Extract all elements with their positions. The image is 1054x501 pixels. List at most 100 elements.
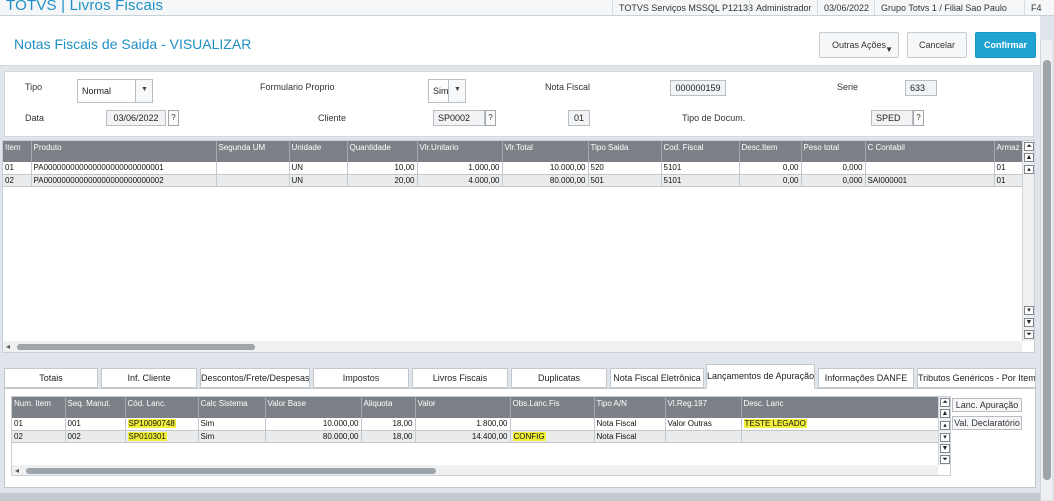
cancel-button[interactable]: Cancelar [907,32,967,58]
col-unidade[interactable]: Unidade [289,141,348,162]
apuracao-vertical-scrollbar[interactable]: ⏶ ▲ ▴ ▾ ▼ ⏷ [938,397,950,465]
col-produto[interactable]: Produto [31,141,217,162]
tab-impostos[interactable]: Impostos [313,368,409,388]
col-num-item[interactable]: Num. Item [12,397,66,418]
cell[interactable]: SAI000001 [865,174,995,187]
cell[interactable]: 01 [994,162,1024,175]
cell[interactable]: UN [289,162,348,175]
nota-fiscal-field[interactable]: 000000159 [670,80,726,96]
items-horizontal-scrollbar[interactable]: ◂ [3,341,1022,352]
cell[interactable]: 0,00 [739,162,802,175]
table-row[interactable]: 02 PA000000000000000000000000002 UN 20,0… [3,174,1024,187]
items-scroll-thumb[interactable] [17,344,255,350]
scroll-top-icon[interactable]: ⏶ [1024,142,1034,151]
val-declaratorio-button[interactable]: Val. Declaratório [952,416,1022,430]
cell[interactable]: 10.000,00 [502,162,589,175]
cell[interactable]: 14.400,00 [415,430,511,443]
cell[interactable]: PA000000000000000000000000002 [31,174,217,187]
cell[interactable]: 001 [65,418,126,431]
other-actions-button[interactable]: Outras Ações ▼ [819,32,899,58]
tab-informacoes-danfe[interactable]: Informações DANFE [818,368,914,388]
cell[interactable]: 1.800,00 [415,418,511,431]
cell[interactable]: 0,000 [801,162,866,175]
cliente-lookup-button[interactable]: ? [485,110,496,126]
scroll-page-up-icon[interactable]: ▲ [940,409,950,418]
tab-tributos-genericos[interactable]: Tributos Genéricos - Por Item [917,368,1036,388]
col-seq-manut[interactable]: Seq. Manut. [65,397,126,418]
cell[interactable]: Nota Fiscal [594,418,666,431]
shortcut-label[interactable]: F4 [1024,0,1054,16]
scroll-bottom-icon[interactable]: ⏷ [1024,330,1034,339]
scroll-left-icon[interactable]: ◂ [6,341,10,352]
apuracao-horizontal-scrollbar[interactable]: ◂ [12,465,938,475]
tab-descontos[interactable]: Descontos/Frete/Despesas [200,368,310,388]
tipo-select[interactable]: Normal ▼ [77,79,153,103]
col-tipo-an[interactable]: Tipo A/N [594,397,666,418]
cell[interactable]: 80.000,00 [265,430,362,443]
col-aliquota[interactable]: Aliquota [361,397,416,418]
tab-duplicatas[interactable]: Duplicatas [511,368,607,388]
cell[interactable]: 02 [12,430,66,443]
cell[interactable]: Valor Outras [665,418,742,431]
lanc-apuracao-button[interactable]: Lanc. Apuração [952,398,1022,412]
cell[interactable] [665,430,742,443]
cell[interactable]: 5101 [661,174,740,187]
apuracao-scroll-thumb[interactable] [26,468,436,474]
cell[interactable]: 10.000,00 [265,418,362,431]
col-peso-total[interactable]: Peso total [801,141,866,162]
formulario-select[interactable]: Sim ▼ [428,79,466,103]
col-quantidade[interactable]: Quantidade [347,141,418,162]
cell[interactable]: PA000000000000000000000000001 [31,162,217,175]
cell[interactable]: 520 [588,162,662,175]
cell[interactable]: 0,000 [801,174,866,187]
cell[interactable]: TESTE LEGADO [741,418,943,431]
col-desc-lanc[interactable]: Desc. Lanc [741,397,943,418]
col-vlr-total[interactable]: Vlr.Total [502,141,589,162]
cell[interactable] [216,174,290,187]
table-row[interactable]: 02 002 SP010301 Sim 80.000,00 18,00 14.4… [12,430,943,443]
cell[interactable]: SP010301 [125,430,199,443]
tab-inf-cliente[interactable]: Inf. Cliente [101,368,197,388]
scroll-down-icon[interactable]: ▾ [1024,306,1034,315]
tab-totais[interactable]: Totais [4,368,98,388]
cell[interactable]: 5101 [661,162,740,175]
scroll-down-icon[interactable]: ▾ [940,433,950,442]
cell[interactable]: 10,00 [347,162,418,175]
page-vertical-scrollbar[interactable] [1040,40,1052,500]
cell[interactable]: 01 [12,418,66,431]
scroll-up-icon[interactable]: ▴ [940,421,950,430]
scroll-up-icon[interactable]: ▴ [1024,165,1034,174]
date-lookup-button[interactable]: ? [168,110,179,126]
scroll-top-icon[interactable]: ⏶ [940,398,950,407]
cell[interactable] [216,162,290,175]
col-vlr-unitario[interactable]: Vlr.Unitario [417,141,503,162]
cell[interactable]: 80.000,00 [502,174,589,187]
cell[interactable]: 4.000,00 [417,174,503,187]
col-obs-lanc-fis[interactable]: Obs.Lanc.Fis [510,397,595,418]
col-calc-sistema[interactable]: Calc Sistema [198,397,266,418]
dropdown-arrow-icon[interactable]: ▼ [448,80,465,102]
cliente-field[interactable]: SP0002 [433,110,485,126]
cell[interactable]: Sim [198,430,266,443]
col-desc-item[interactable]: Desc.Item [739,141,802,162]
cell[interactable]: 01 [994,174,1024,187]
scroll-bottom-icon[interactable]: ⏷ [940,455,950,464]
tipo-documento-field[interactable]: SPED [871,110,913,126]
col-c-contabil[interactable]: C Contabil [865,141,995,162]
col-vl-reg-197[interactable]: Vl.Reg.197 [665,397,742,418]
col-cod-fiscal[interactable]: Cod. Fiscal [661,141,740,162]
cell[interactable]: Nota Fiscal [594,430,666,443]
scroll-left-icon[interactable]: ◂ [15,465,19,475]
cell[interactable]: 18,00 [361,418,416,431]
items-vertical-scrollbar[interactable]: ⏶ ▲ ▴ ▾ ▼ ⏷ [1022,141,1034,341]
table-row[interactable]: 01 001 SP10090748 Sim 10.000,00 18,00 1.… [12,418,943,431]
cell[interactable]: SP10090748 [125,418,199,431]
table-row[interactable]: 01 PA000000000000000000000000001 UN 10,0… [3,162,1024,175]
cell[interactable] [865,162,995,175]
col-valor[interactable]: Valor [415,397,511,418]
cell[interactable]: 0,00 [739,174,802,187]
cell[interactable]: UN [289,174,348,187]
cell[interactable] [741,430,943,443]
dropdown-arrow-icon[interactable]: ▼ [135,80,152,102]
cell[interactable]: 002 [65,430,126,443]
